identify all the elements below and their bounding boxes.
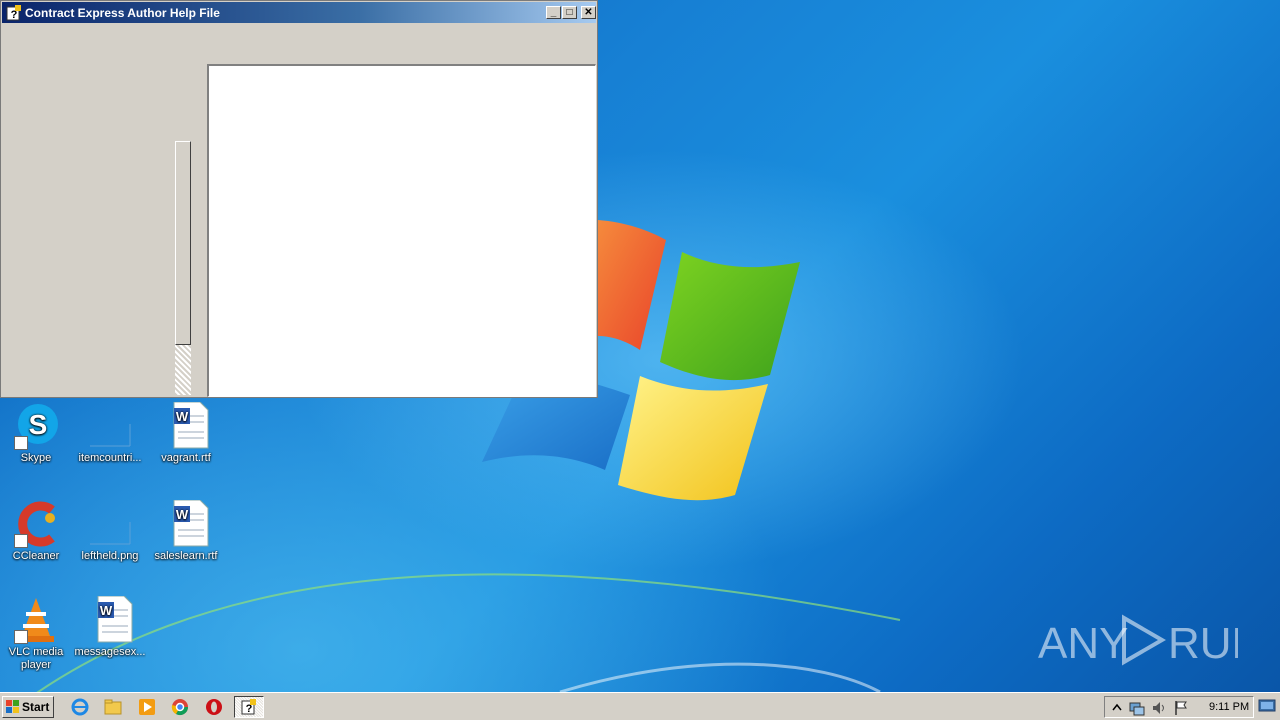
- desktop-icon-leftheld-png[interactable]: leftheld.png: [74, 500, 146, 563]
- windows-logo-icon: [6, 700, 20, 714]
- desktop-icon-label: CCleaner: [12, 550, 60, 562]
- minimize-button[interactable]: _: [546, 6, 561, 19]
- desktop-icon-saleslearn-rtf[interactable]: W saleslearn.rtf: [150, 499, 222, 563]
- help-file-icon: ?: [241, 699, 257, 718]
- desktop-icon-label: messagesex...: [74, 646, 146, 658]
- desktop-icon-ccleaner[interactable]: CCleaner: [0, 500, 72, 563]
- word-document-icon: W: [86, 595, 134, 644]
- file-explorer-icon[interactable]: [103, 697, 123, 717]
- start-button[interactable]: Start: [2, 696, 54, 718]
- shortcut-arrow-icon: [14, 630, 28, 644]
- internet-explorer-icon[interactable]: [70, 697, 90, 717]
- svg-text:RUN: RUN: [1168, 619, 1238, 668]
- desktop-icon-label: vagrant.rtf: [161, 452, 211, 464]
- svg-text:ANY: ANY: [1038, 619, 1128, 668]
- media-player-icon[interactable]: [137, 697, 157, 717]
- desktop-icon-messagesex[interactable]: W messagesex...: [74, 595, 146, 659]
- scrollbar-track[interactable]: [175, 345, 191, 395]
- chrome-icon[interactable]: [170, 697, 190, 717]
- ccleaner-icon: [12, 500, 60, 548]
- help-file-icon: ?: [6, 5, 22, 21]
- action-center-flag-icon[interactable]: [1173, 700, 1189, 716]
- svg-text:W: W: [100, 603, 113, 618]
- vertical-scrollbar[interactable]: [175, 141, 191, 395]
- svg-text:S: S: [29, 409, 48, 440]
- desktop-icon-label: Skype: [20, 452, 52, 464]
- taskbar: Start ? 9:11 PM: [0, 692, 1280, 720]
- pane-splitter[interactable]: [203, 63, 206, 397]
- blank-file-icon: [86, 402, 134, 450]
- word-document-icon: W: [162, 499, 210, 548]
- maximize-button[interactable]: □: [562, 6, 577, 19]
- svg-text:W: W: [176, 409, 189, 424]
- system-tray: 9:11 PM: [1104, 696, 1254, 718]
- anyrun-watermark: ANY RUN: [1038, 608, 1263, 668]
- navigation-pane: [3, 25, 203, 395]
- desktop-icon-vagrant-rtf[interactable]: W vagrant.rtf: [150, 401, 222, 465]
- word-document-icon: W: [162, 401, 210, 450]
- window-titlebar[interactable]: ? Contract Express Author Help File _ □ …: [2, 2, 596, 23]
- taskbar-clock[interactable]: 9:11 PM: [1209, 701, 1249, 713]
- svg-text:W: W: [176, 507, 189, 522]
- volume-icon[interactable]: [1151, 700, 1167, 716]
- start-label: Start: [22, 700, 50, 714]
- help-content-pane[interactable]: [207, 64, 596, 397]
- show-hidden-icons-arrow[interactable]: [1109, 700, 1125, 716]
- desktop-icon-label: itemcountri...: [78, 452, 142, 464]
- shortcut-arrow-icon: [14, 436, 28, 450]
- close-button[interactable]: ✕: [581, 6, 596, 19]
- desktop-icon-vlc[interactable]: VLC media player: [0, 596, 72, 672]
- show-desktop-icon[interactable]: [1258, 697, 1276, 715]
- vlc-icon: [12, 596, 60, 644]
- desktop-icon-itemcountri[interactable]: itemcountri...: [74, 402, 146, 465]
- opera-icon[interactable]: [204, 697, 224, 717]
- scrollbar-thumb[interactable]: [175, 141, 191, 345]
- taskbar-item-help-file[interactable]: ?: [234, 696, 264, 718]
- desktop-icon-label: saleslearn.rtf: [154, 550, 218, 562]
- window-title: Contract Express Author Help File: [25, 6, 220, 20]
- shortcut-arrow-icon: [14, 534, 28, 548]
- skype-icon: S: [12, 402, 60, 450]
- blank-file-icon: [86, 500, 134, 548]
- help-window[interactable]: ? Contract Express Author Help File _ □ …: [0, 0, 598, 398]
- desktop-icon-skype[interactable]: S Skype: [0, 402, 72, 465]
- desktop-icon-label: leftheld.png: [81, 550, 139, 562]
- network-icon[interactable]: [1129, 700, 1145, 716]
- desktop-icon-label: VLC media player: [8, 646, 64, 671]
